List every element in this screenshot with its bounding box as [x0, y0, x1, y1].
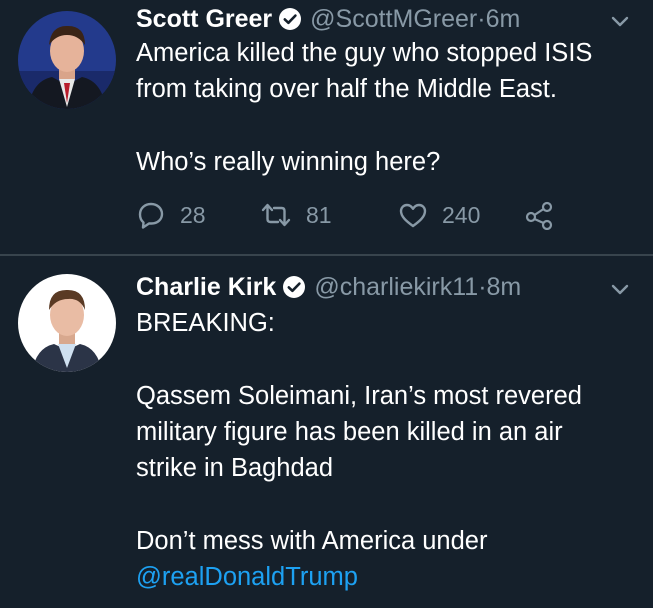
avatar[interactable]	[18, 274, 116, 372]
tweet-line: Qassem Soleimani, Iran’s most revered	[136, 382, 582, 410]
avatar-image	[18, 274, 116, 372]
verified-badge-icon	[283, 276, 306, 298]
like-icon	[399, 203, 427, 228]
tweet-line: Don’t mess with America under	[136, 527, 488, 555]
reply-icon	[138, 202, 164, 229]
handle[interactable]: @charliekirk11	[314, 273, 478, 302]
tweet-header: Scott Greer @ScottMGreer · 6m	[136, 2, 520, 36]
verified-badge-icon	[279, 8, 302, 30]
reply-button[interactable]: 28	[136, 196, 206, 234]
retweet-button[interactable]: 81	[260, 196, 332, 234]
avatar-image	[18, 11, 116, 109]
tweet[interactable]: Charlie Kirk @charliekirk11 · 8m BREAKIN…	[0, 256, 653, 608]
display-name[interactable]: Charlie Kirk	[136, 273, 276, 302]
tweet-line: from taking over half the Middle East.	[136, 75, 557, 103]
tweet-line: America killed the guy who stopped ISIS	[136, 39, 593, 67]
timestamp[interactable]: 8m	[487, 273, 522, 302]
chevron-down-icon[interactable]	[609, 278, 631, 300]
mention-link[interactable]: @realDonaldTrump	[136, 563, 358, 591]
like-button[interactable]: 240	[398, 196, 480, 234]
retweet-icon	[261, 203, 291, 227]
share-icon	[525, 201, 553, 230]
tweet-header: Charlie Kirk @charliekirk11 · 8m	[136, 270, 521, 304]
display-name[interactable]: Scott Greer	[136, 5, 272, 34]
tweet-text: America killed the guy who stopped ISIS …	[136, 35, 641, 180]
handle[interactable]: @ScottMGreer	[310, 5, 477, 34]
avatar[interactable]	[18, 11, 116, 109]
tweet-line: military figure has been killed in an ai…	[136, 418, 563, 446]
separator: ·	[477, 4, 486, 33]
tweet-line: BREAKING:	[136, 309, 275, 337]
tweet-actions: 28 81 240	[136, 196, 576, 234]
separator: ·	[478, 272, 487, 301]
reply-count: 28	[180, 201, 206, 228]
tweet-line: strike in Baghdad	[136, 454, 334, 482]
retweet-count: 81	[306, 201, 332, 228]
tweet-line: Who’s really winning here?	[136, 148, 441, 176]
tweet[interactable]: Scott Greer @ScottMGreer · 6m America ki…	[0, 0, 653, 255]
tweet-text: BREAKING: Qassem Soleimani, Iran’s most …	[136, 305, 641, 595]
share-button[interactable]	[524, 196, 554, 234]
chevron-down-icon[interactable]	[609, 10, 631, 32]
like-count: 240	[442, 201, 481, 228]
timestamp[interactable]: 6m	[486, 5, 521, 34]
